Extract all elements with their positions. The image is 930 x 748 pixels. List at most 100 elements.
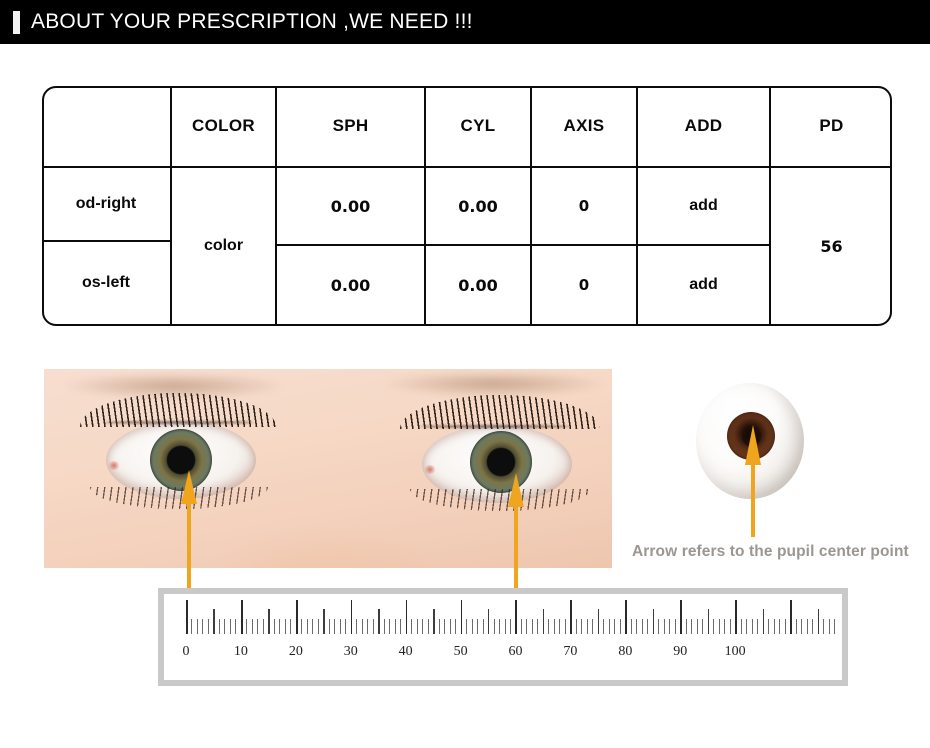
table-header-color: COLOR: [172, 86, 275, 166]
value-os-left-cyl: 0.00: [458, 275, 498, 295]
ruler-label: 10: [233, 644, 248, 659]
ruler-tick-minor: [559, 619, 561, 634]
ruler-tick-major: [515, 600, 518, 634]
table-header-blank: [42, 86, 170, 166]
ruler-tick-minor: [389, 619, 391, 634]
ruler-tick-mid: [378, 609, 380, 634]
table-cell-os-left-add: add: [638, 246, 769, 324]
ruler-tick-minor: [317, 619, 319, 634]
tear-duct-right: [424, 465, 436, 474]
ruler-tick-minor: [290, 619, 292, 634]
arrow-head-diagram: [745, 425, 761, 465]
ruler-tick-major: [570, 600, 573, 634]
ruler-tick-mid: [213, 609, 215, 634]
ruler-tick-minor: [718, 619, 720, 634]
ruler-tick-minor: [229, 619, 231, 634]
ruler-label: 100: [724, 644, 746, 659]
ruler-tick-major: [405, 600, 408, 634]
ruler-tick-minor: [779, 619, 781, 634]
ruler-tick-minor: [400, 619, 402, 634]
ruler-label: 20: [288, 644, 303, 659]
ruler-tick-minor: [823, 619, 825, 634]
ruler-tick-minor: [663, 619, 665, 634]
ruler-tick-minor: [614, 619, 616, 634]
ruler-tick-minor: [603, 619, 605, 634]
ruler-tick-mid: [268, 609, 270, 634]
ruler-tick-minor: [647, 619, 649, 634]
ruler-tick-major: [460, 600, 463, 634]
table-grid: COLOR SPH CYL AXIS ADD PD od-right 0.00 …: [42, 86, 892, 326]
ruler-tick-minor: [466, 619, 468, 634]
ruler-tick-minor: [806, 619, 808, 634]
ruler-tick-minor: [630, 619, 632, 634]
ruler-scale: 0 10 20 30 40 50 60 70 80 90 100: [164, 594, 842, 680]
ruler-tick-minor: [383, 619, 385, 634]
ruler-tick-minor: [328, 619, 330, 634]
arrow-head-right: [508, 473, 524, 507]
ruler-tick-minor: [482, 619, 484, 634]
ruler-tick-minor: [394, 619, 396, 634]
value-color: color: [203, 237, 244, 254]
ruler-tick-minor: [345, 619, 347, 634]
table-cell-od-right-cyl: 0.00: [426, 168, 530, 244]
ruler-tick-minor: [306, 619, 308, 634]
ruler-tick-minor: [279, 619, 281, 634]
table-cell-color-merged: color: [172, 168, 275, 324]
ruler-tick-minor: [619, 619, 621, 634]
ruler-tick-minor: [531, 619, 533, 634]
ruler-tick-major: [625, 600, 627, 634]
table-header-add: ADD: [638, 86, 769, 166]
value-od-right-sph: 0.00: [330, 196, 371, 216]
ruler-tick-minor: [658, 619, 660, 634]
ruler-tick-mid: [762, 609, 764, 634]
ruler-tick-minor: [251, 619, 253, 634]
table-cell-os-left-axis: 0: [532, 246, 636, 324]
ruler-tick-major: [735, 600, 737, 634]
ruler-tick-minor: [427, 619, 429, 634]
ruler-tick-minor: [801, 619, 803, 634]
ruler-tick-minor: [422, 619, 424, 634]
ruler-tick-minor: [367, 619, 369, 634]
ruler-tick-mid: [433, 609, 435, 634]
ruler-tick-minor: [828, 619, 830, 634]
ruler-tick-minor: [191, 619, 193, 634]
ruler-tick-minor: [202, 619, 204, 634]
ruler-tick-minor: [218, 619, 220, 634]
ruler-tick-minor: [834, 619, 835, 634]
ruler-label: 70: [563, 644, 578, 659]
ruler-tick-minor: [499, 619, 501, 634]
ruler-tick-minor: [477, 619, 479, 634]
ruler-tick-minor: [334, 619, 336, 634]
ruler-tick-minor: [674, 619, 676, 634]
ruler-tick-minor: [641, 619, 643, 634]
eyes-photograph: [44, 369, 612, 568]
ruler-label: 0: [182, 644, 190, 659]
table-header-color-label: COLOR: [192, 116, 255, 135]
ruler-label: 50: [453, 644, 468, 659]
ruler-tick-minor: [608, 619, 610, 634]
ruler-tick-major: [240, 600, 243, 634]
ruler-tick-major: [186, 600, 188, 634]
ruler-tick-minor: [235, 619, 237, 634]
ruler-tick-minor: [504, 619, 506, 634]
ruler-tick-minor: [207, 619, 209, 634]
ruler-tick-minor: [548, 619, 550, 634]
ruler-label: 40: [398, 644, 413, 659]
table-header-pd-label: PD: [819, 116, 844, 135]
ruler-tick-major: [680, 600, 682, 634]
value-os-left-add: add: [689, 276, 718, 293]
ruler-tick-mid: [323, 609, 325, 634]
ruler-tick-minor: [312, 619, 314, 634]
table-header-cyl: CYL: [426, 86, 530, 166]
value-os-left-axis: 0: [578, 276, 590, 294]
ruler-tick-minor: [471, 619, 473, 634]
ruler-tick-mid: [652, 609, 655, 634]
ruler-tick-minor: [262, 619, 264, 634]
ruler-tick-mid: [542, 609, 545, 634]
ruler-tick-minor: [773, 619, 775, 634]
ruler-tick-minor: [438, 619, 440, 634]
table-header-pd: PD: [771, 86, 892, 166]
ruler-tick-major: [295, 600, 298, 634]
ruler-tick-minor: [575, 619, 577, 634]
ruler-tick-major: [790, 600, 792, 634]
